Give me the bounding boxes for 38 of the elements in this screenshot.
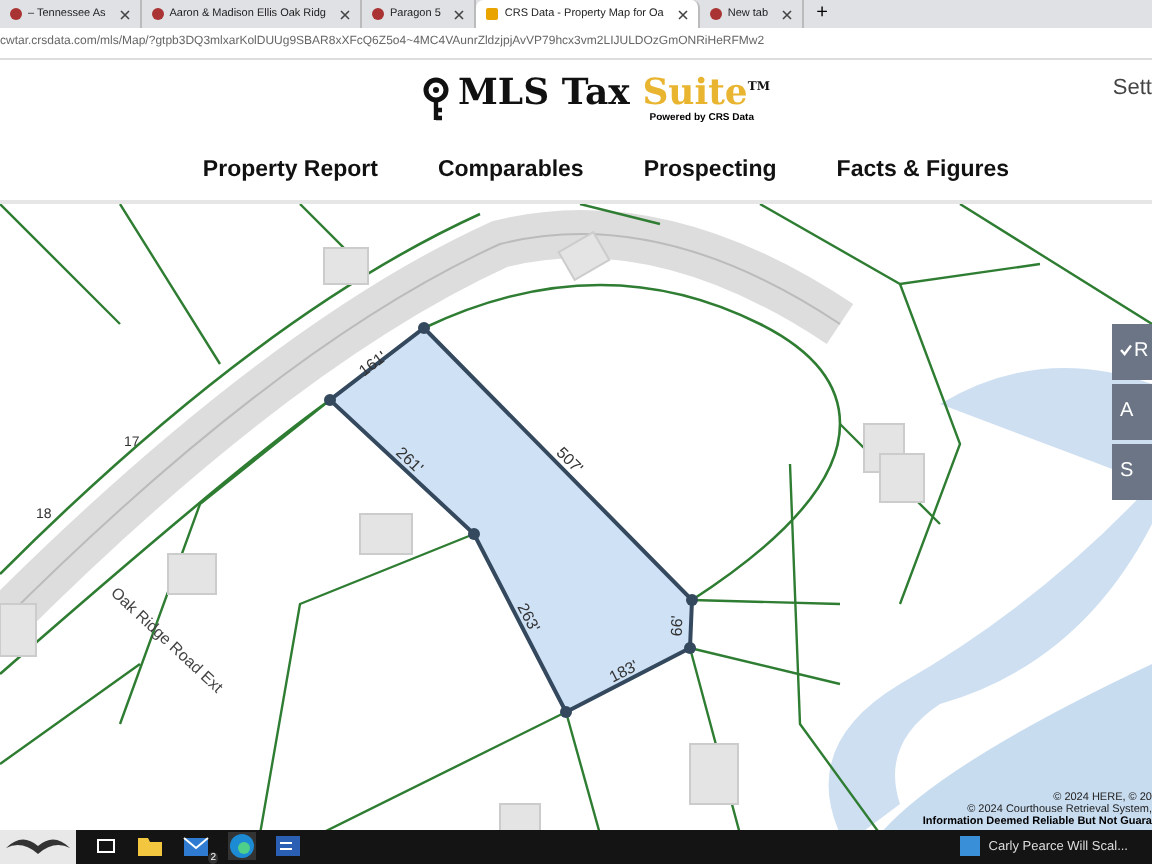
close-icon[interactable] — [782, 9, 793, 19]
site-icon — [372, 8, 384, 20]
close-icon[interactable] — [340, 9, 350, 19]
dimension-label: 66' — [667, 614, 687, 636]
checkmark-icon — [1120, 344, 1132, 357]
vertex-handle[interactable] — [418, 321, 430, 334]
map-layer-button[interactable]: S — [1112, 443, 1152, 500]
nav-link[interactable]: Facts & Figures — [836, 157, 1010, 182]
vertex-handle[interactable] — [560, 705, 572, 718]
nav-link[interactable]: Property Report — [202, 157, 378, 182]
new-tab-button[interactable]: + — [804, 0, 840, 28]
map-layer-button[interactable]: R — [1112, 323, 1152, 380]
site-icon — [10, 8, 22, 20]
vertex-handle[interactable] — [684, 641, 696, 654]
site-icon — [709, 8, 722, 20]
vertex-handle[interactable] — [468, 527, 480, 540]
folder-icon[interactable] — [136, 834, 164, 859]
settings-link[interactable]: Sett — [1112, 75, 1152, 100]
close-icon[interactable] — [454, 9, 465, 19]
logo-wordmark: MLS Tax Suite$^{TM}$ — [458, 75, 770, 112]
dimension-label: 261' — [392, 442, 427, 477]
dimension-label: 183' — [606, 655, 642, 686]
vertex-handle[interactable] — [686, 593, 698, 606]
task-view-icon[interactable] — [94, 834, 118, 859]
map-layer-button[interactable]: A — [1112, 383, 1152, 440]
nav-link[interactable]: Comparables — [437, 157, 584, 182]
key-icon — [422, 75, 450, 124]
mail-icon[interactable] — [182, 834, 210, 859]
site-icon — [151, 8, 164, 20]
vertex-handle[interactable] — [324, 393, 336, 406]
dimension-label: 263' — [513, 599, 544, 635]
bird-icon — [0, 829, 76, 864]
close-icon[interactable] — [119, 9, 130, 19]
site-icon — [486, 8, 499, 20]
dimension-label: 507' — [552, 442, 587, 477]
nav-link[interactable]: Prospecting — [643, 157, 777, 182]
close-icon[interactable] — [677, 9, 688, 19]
dimension-label: 161' — [355, 347, 391, 380]
